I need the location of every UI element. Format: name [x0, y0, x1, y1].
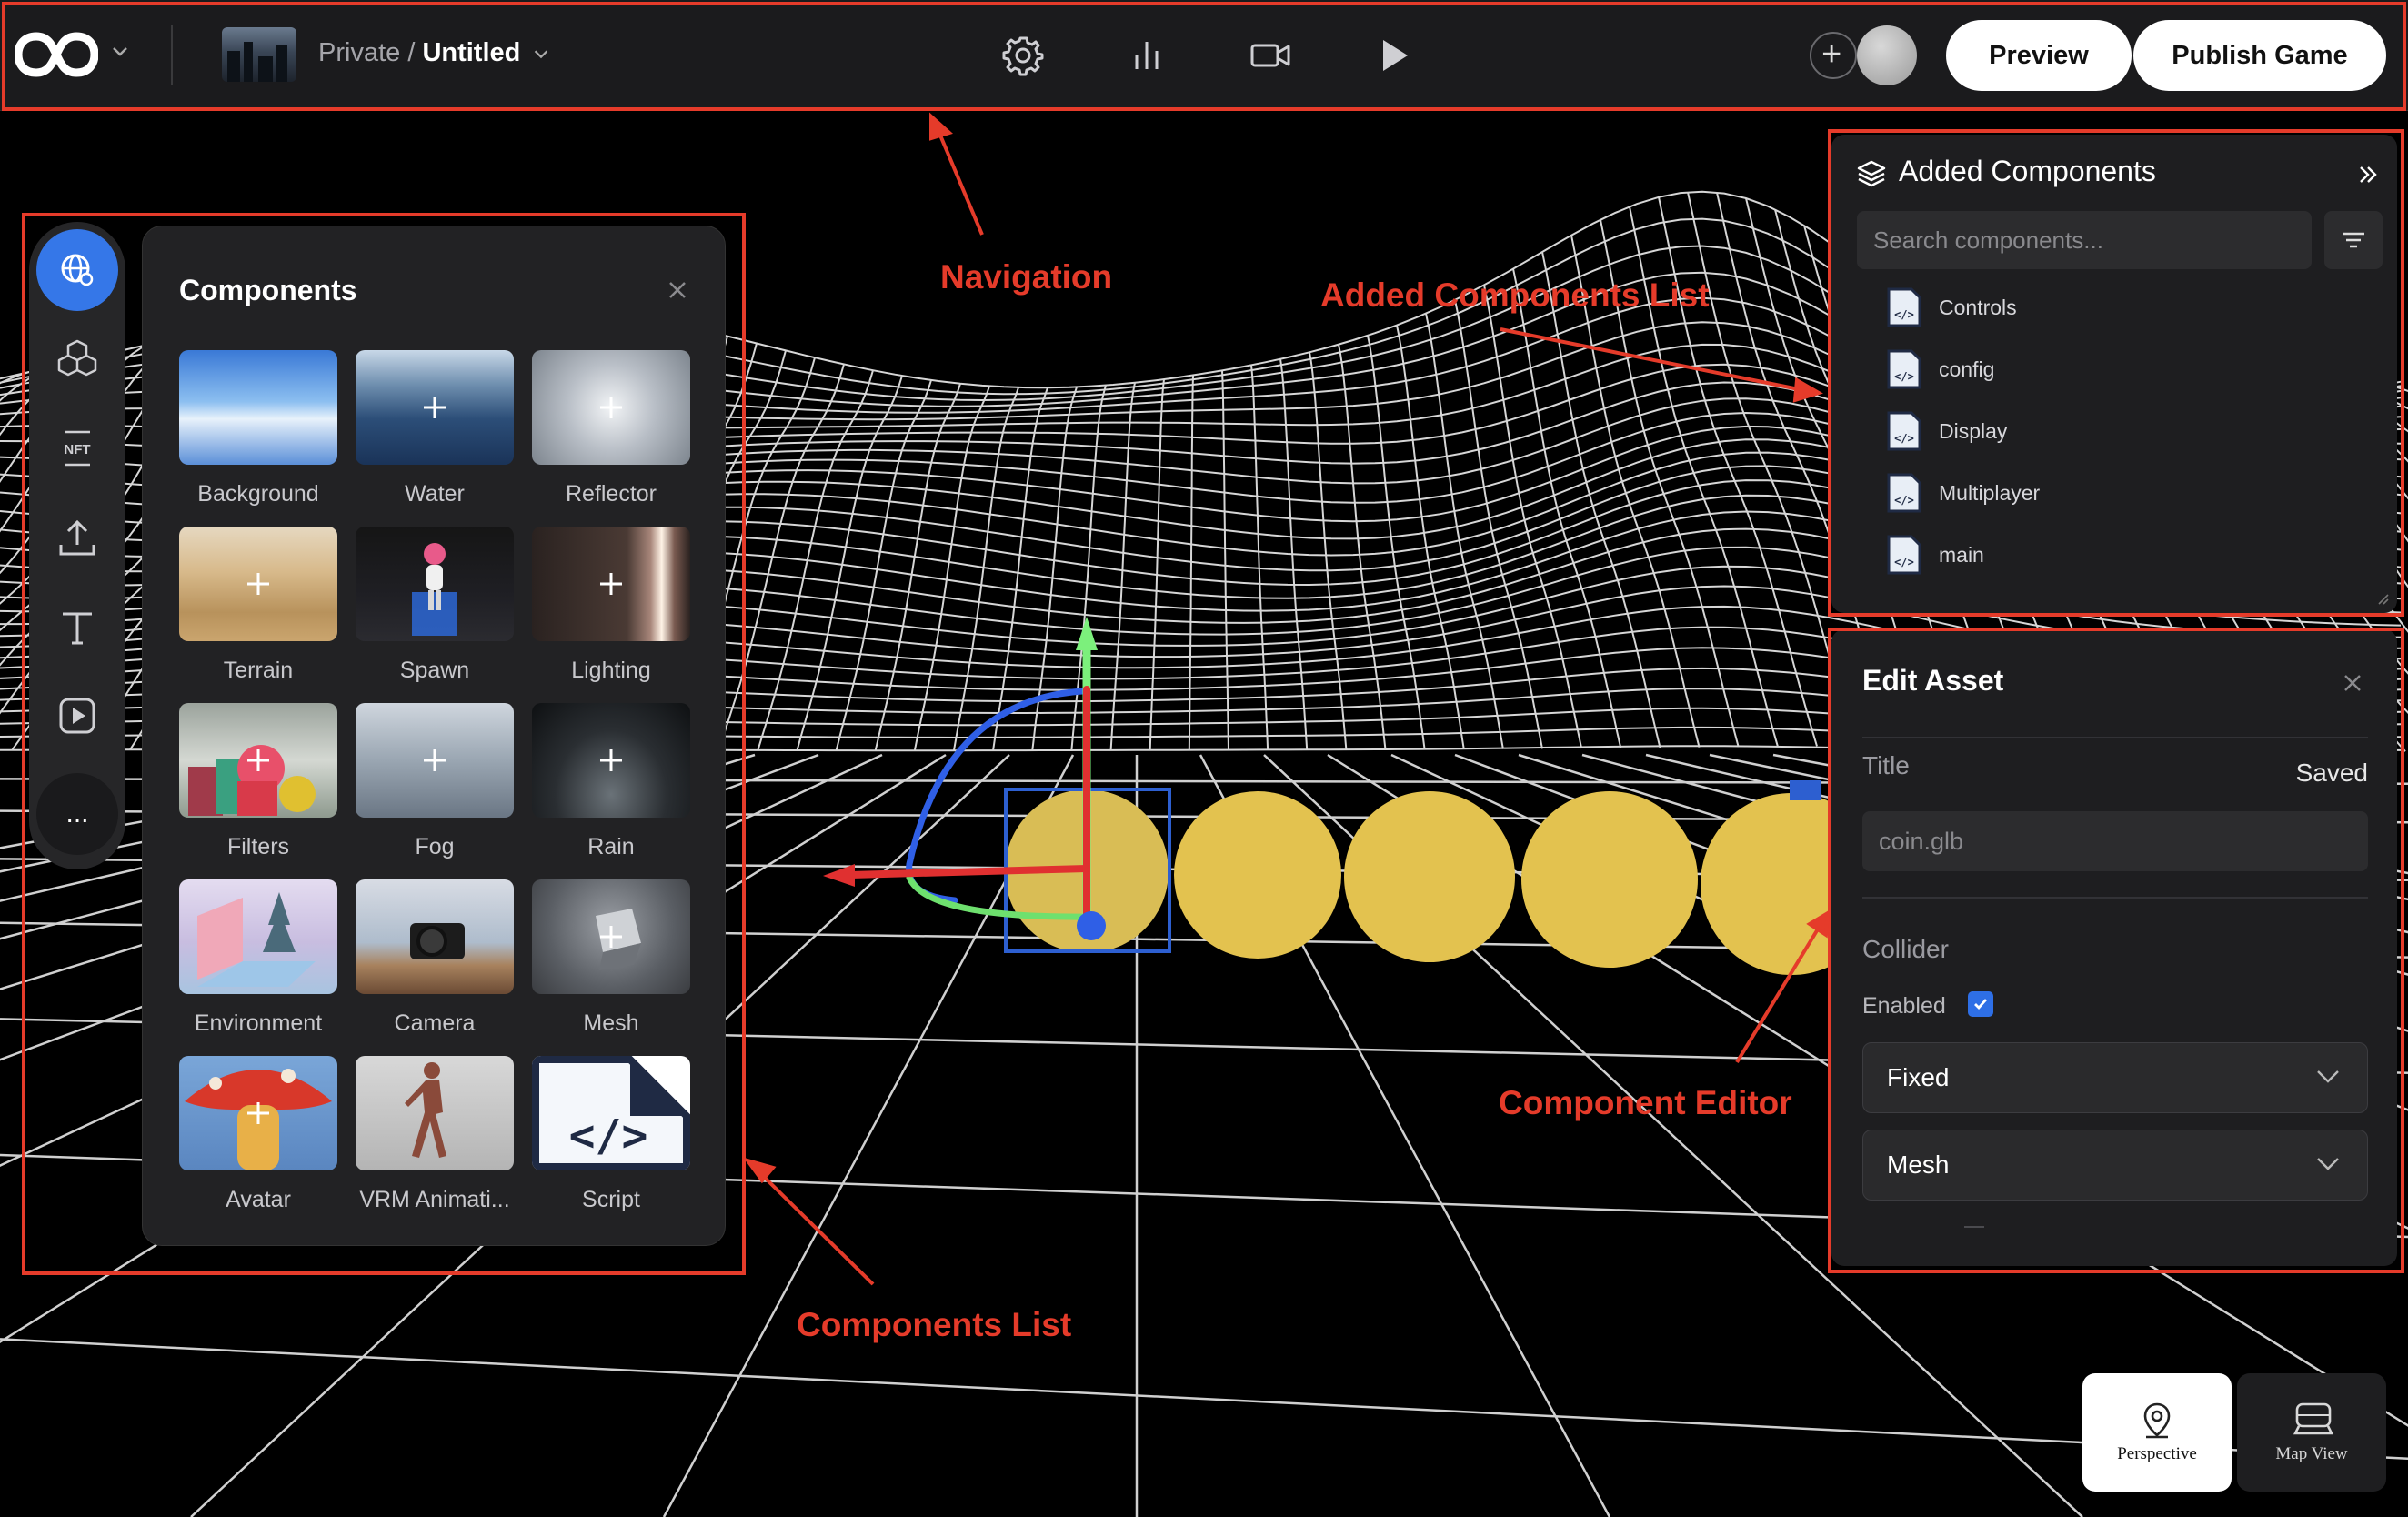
annotation-label-components-list: Components List: [797, 1306, 1072, 1343]
coin: [1344, 791, 1515, 962]
map-view-button[interactable]: Map View: [2237, 1373, 2386, 1492]
coin: [1521, 791, 1698, 968]
annotation-box-components-list: [22, 213, 746, 1275]
annotation-label-component-editor: Component Editor: [1499, 1084, 1792, 1121]
annotation-label-added-components: Added Components List: [1320, 276, 1710, 314]
perspective-label: Perspective: [2117, 1444, 2197, 1463]
map-view-label: Map View: [2275, 1444, 2348, 1463]
coin: [1174, 791, 1341, 959]
annotation-box-added-components: [1828, 129, 2404, 617]
location-pin-icon: [2143, 1402, 2171, 1439]
annotation-box-navigation: [2, 2, 2406, 111]
map-icon: [2293, 1402, 2333, 1435]
annotation-label-navigation: Navigation: [940, 258, 1113, 296]
perspective-view-button[interactable]: Perspective: [2082, 1373, 2232, 1492]
annotation-box-component-editor: [1828, 628, 2404, 1273]
